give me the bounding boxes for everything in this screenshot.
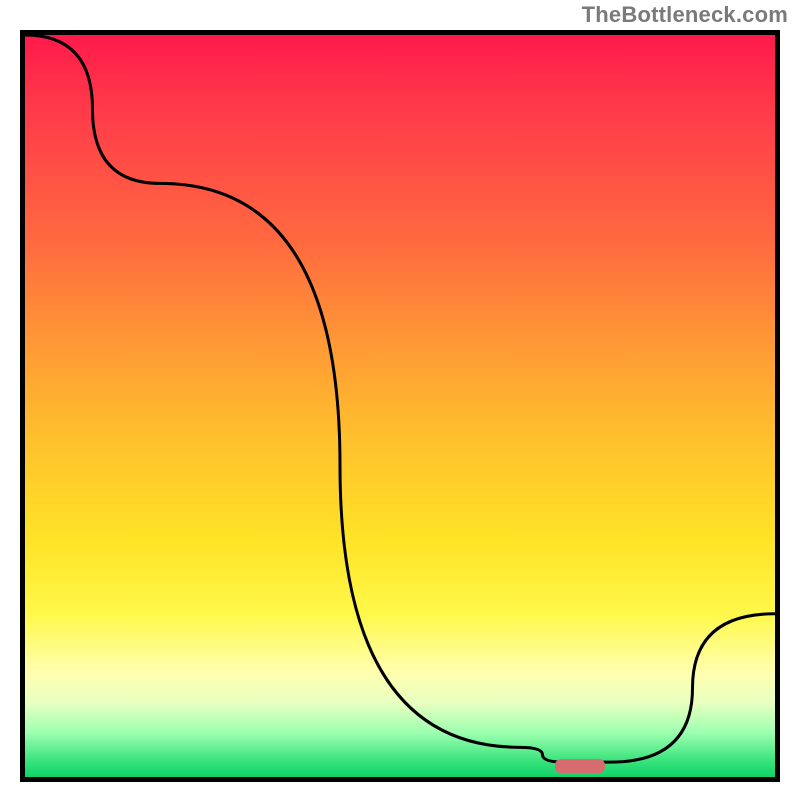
bottleneck-curve-line — [25, 35, 775, 762]
optimal-marker — [555, 759, 605, 773]
watermark-text: TheBottleneck.com — [582, 2, 788, 28]
chart-svg — [25, 35, 775, 777]
plot-area — [20, 30, 780, 782]
